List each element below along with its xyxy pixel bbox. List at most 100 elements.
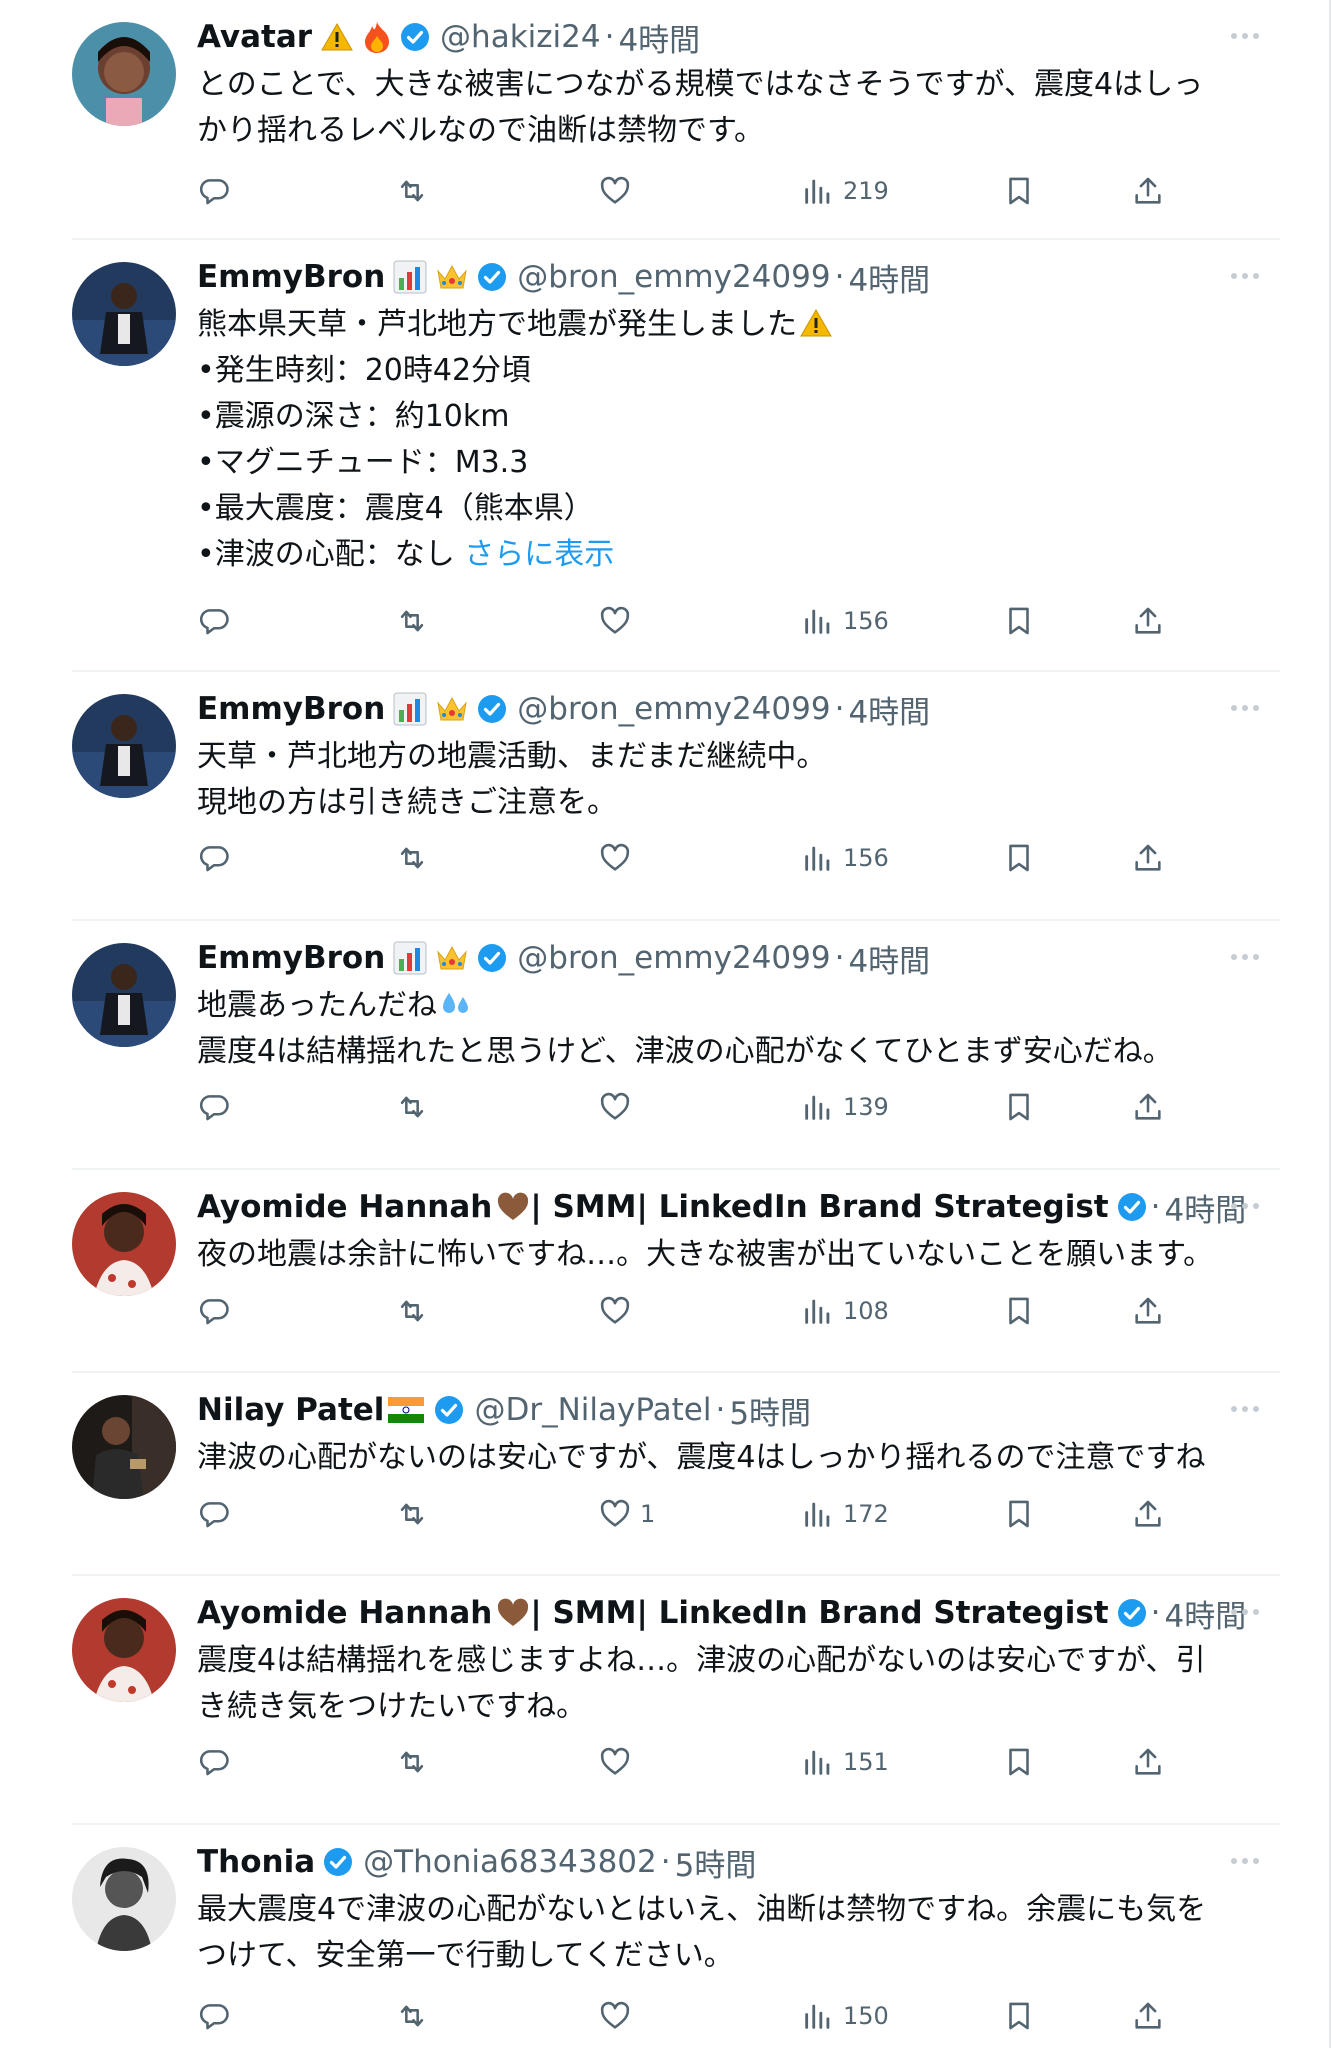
views-button[interactable]: 151 bbox=[801, 1741, 889, 1783]
share-button[interactable] bbox=[1131, 837, 1165, 879]
handle[interactable]: @Dr_NilayPatel bbox=[474, 1392, 711, 1428]
reply-button[interactable] bbox=[197, 1741, 231, 1783]
like-button[interactable]: 1 bbox=[598, 1493, 655, 1535]
timestamp[interactable]: 5時間 bbox=[729, 1388, 811, 1433]
display-name[interactable]: Avatar bbox=[197, 19, 312, 55]
display-name[interactable]: EmmyBron bbox=[197, 259, 385, 295]
reply-button[interactable] bbox=[197, 600, 231, 642]
retweet-button[interactable] bbox=[395, 837, 429, 879]
more-icon[interactable] bbox=[1227, 258, 1263, 294]
avatar[interactable] bbox=[72, 1192, 176, 1296]
retweet-button[interactable] bbox=[395, 1493, 429, 1535]
display-name[interactable]: Ayomide Hannah bbox=[197, 1595, 492, 1631]
reply-button[interactable] bbox=[197, 837, 231, 879]
like-button[interactable] bbox=[598, 1086, 640, 1128]
avatar[interactable] bbox=[72, 1598, 176, 1702]
views-button[interactable]: 156 bbox=[801, 837, 889, 879]
display-name[interactable]: Thonia bbox=[197, 1844, 315, 1880]
bookmark-button[interactable] bbox=[1002, 600, 1036, 642]
display-name-suffix[interactable]: | SMM| LinkedIn Brand Strategist bbox=[530, 1189, 1108, 1225]
like-button[interactable] bbox=[598, 600, 640, 642]
display-name[interactable]: Nilay Patel bbox=[197, 1392, 384, 1428]
more-icon[interactable] bbox=[1227, 1843, 1263, 1879]
share-button[interactable] bbox=[1131, 1086, 1165, 1128]
timestamp[interactable]: 4時間 bbox=[848, 936, 930, 981]
reply-button[interactable] bbox=[197, 170, 231, 212]
like-button[interactable] bbox=[598, 837, 640, 879]
handle[interactable]: @Thonia68343802 bbox=[363, 1844, 657, 1880]
avatar[interactable] bbox=[72, 694, 176, 798]
tweet[interactable]: Ayomide Hannah | SMM| LinkedIn Brand Str… bbox=[0, 1576, 1331, 1825]
tweet[interactable]: EmmyBron @bron_emmy24099 · 4時間 熊本県天草・芦北地… bbox=[0, 240, 1331, 672]
views-button[interactable]: 139 bbox=[801, 1086, 889, 1128]
retweet-button[interactable] bbox=[395, 1086, 429, 1128]
display-name-suffix[interactable]: | SMM| LinkedIn Brand Strategist bbox=[530, 1595, 1108, 1631]
tweet-text-segment: •津波の心配：なし bbox=[197, 537, 465, 572]
reply-button[interactable] bbox=[197, 1086, 231, 1128]
handle[interactable]: @hakizi24 bbox=[440, 19, 601, 55]
retweet-button[interactable] bbox=[395, 1741, 429, 1783]
share-button[interactable] bbox=[1131, 170, 1165, 212]
views-button[interactable]: 172 bbox=[801, 1493, 889, 1535]
views-button[interactable]: 219 bbox=[801, 170, 889, 212]
tweet-text-line: とのことで、大きな被害につながる規模ではなさそうですが、震度4はしっ bbox=[197, 67, 1204, 102]
like-button[interactable] bbox=[598, 1741, 640, 1783]
bookmark-button[interactable] bbox=[1002, 1086, 1036, 1128]
retweet-button[interactable] bbox=[395, 170, 429, 212]
tweet[interactable]: Ayomide Hannah | SMM| LinkedIn Brand Str… bbox=[0, 1170, 1331, 1373]
tweet[interactable]: Avatar @hakizi24 · 4時間 とのことで、大きな被害につながる規… bbox=[0, 0, 1331, 240]
share-button[interactable] bbox=[1131, 1290, 1165, 1332]
bookmark-button[interactable] bbox=[1002, 1741, 1036, 1783]
avatar[interactable] bbox=[72, 22, 176, 126]
share-button[interactable] bbox=[1131, 600, 1165, 642]
more-icon[interactable] bbox=[1227, 18, 1263, 54]
tweet[interactable]: Nilay Patel @Dr_NilayPatel · 5時間 津波の心配がな… bbox=[0, 1373, 1331, 1576]
share-button[interactable] bbox=[1131, 1995, 1165, 2037]
avatar[interactable] bbox=[72, 1847, 176, 1951]
retweet-button[interactable] bbox=[395, 600, 429, 642]
reply-button[interactable] bbox=[197, 1493, 231, 1535]
reply-button[interactable] bbox=[197, 1290, 231, 1332]
more-icon[interactable] bbox=[1227, 939, 1263, 975]
action-bar: 151 bbox=[197, 1741, 1197, 1783]
tweet[interactable]: EmmyBron @bron_emmy24099 · 4時間 地震あったんだね … bbox=[0, 921, 1331, 1170]
more-icon[interactable] bbox=[1227, 1391, 1263, 1427]
retweet-button[interactable] bbox=[395, 1290, 429, 1332]
timestamp[interactable]: 4時間 bbox=[848, 687, 930, 732]
like-button[interactable] bbox=[598, 170, 640, 212]
like-button[interactable] bbox=[598, 1290, 640, 1332]
show-more-link[interactable]: さらに表示 bbox=[464, 537, 614, 572]
display-name[interactable]: Ayomide Hannah bbox=[197, 1189, 492, 1225]
tweet[interactable]: EmmyBron @bron_emmy24099 · 4時間 天草・芦北地方の地… bbox=[0, 672, 1331, 921]
bookmark-button[interactable] bbox=[1002, 1995, 1036, 2037]
bookmark-button[interactable] bbox=[1002, 837, 1036, 879]
like-button[interactable] bbox=[598, 1995, 640, 2037]
retweet-icon bbox=[400, 1096, 424, 1118]
share-button[interactable] bbox=[1131, 1741, 1165, 1783]
avatar[interactable] bbox=[72, 943, 176, 1047]
bookmark-button[interactable] bbox=[1002, 170, 1036, 212]
avatar[interactable] bbox=[72, 262, 176, 366]
share-button[interactable] bbox=[1131, 1493, 1165, 1535]
display-name[interactable]: EmmyBron bbox=[197, 691, 385, 727]
handle[interactable]: @bron_emmy24099 bbox=[517, 259, 830, 295]
more-icon[interactable] bbox=[1227, 1594, 1263, 1630]
timestamp[interactable]: 4時間 bbox=[848, 255, 930, 300]
reply-button[interactable] bbox=[197, 1995, 231, 2037]
handle[interactable]: @bron_emmy24099 bbox=[517, 940, 830, 976]
more-icon[interactable] bbox=[1227, 690, 1263, 726]
bookmark-button[interactable] bbox=[1002, 1493, 1036, 1535]
like-icon bbox=[600, 1296, 630, 1324]
tweet[interactable]: Thonia @Thonia68343802 · 5時間 最大震度4で津波の心配… bbox=[0, 1825, 1331, 2048]
display-name[interactable]: EmmyBron bbox=[197, 940, 385, 976]
avatar[interactable] bbox=[72, 1395, 176, 1499]
views-button[interactable]: 108 bbox=[801, 1290, 889, 1332]
handle[interactable]: @bron_emmy24099 bbox=[517, 691, 830, 727]
timestamp[interactable]: 4時間 bbox=[618, 15, 700, 60]
more-icon[interactable] bbox=[1227, 1188, 1263, 1224]
retweet-button[interactable] bbox=[395, 1995, 429, 2037]
timestamp[interactable]: 5時間 bbox=[675, 1840, 757, 1885]
views-button[interactable]: 150 bbox=[801, 1995, 889, 2037]
views-button[interactable]: 156 bbox=[801, 600, 889, 642]
bookmark-button[interactable] bbox=[1002, 1290, 1036, 1332]
